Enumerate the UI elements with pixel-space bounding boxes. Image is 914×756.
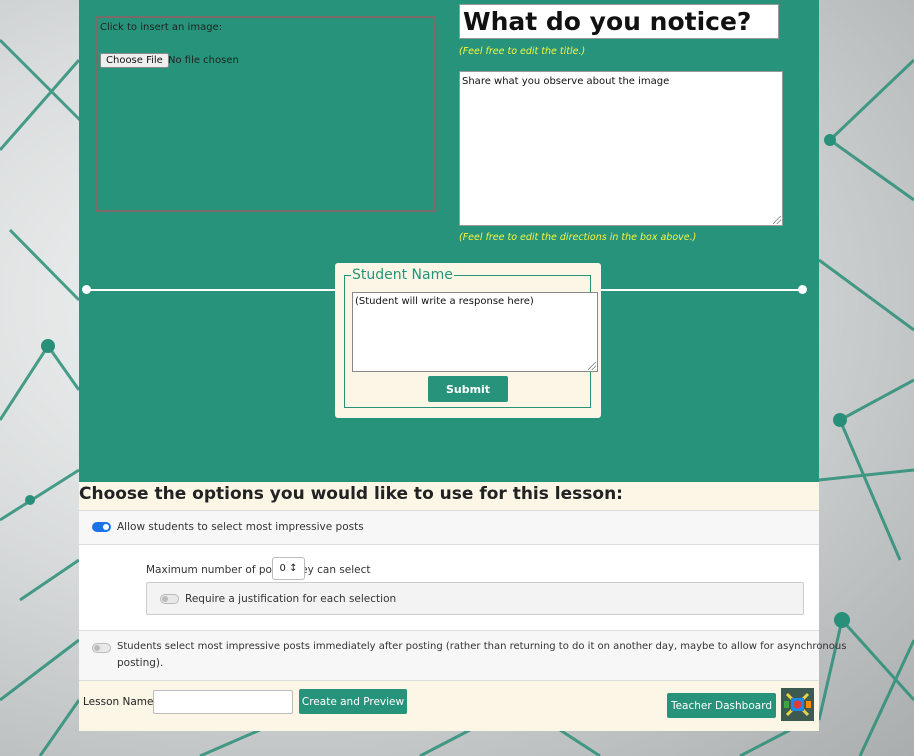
options-heading: Choose the options you would like to use… [79, 484, 623, 504]
max-posts-select[interactable]: 0 ↕ [272, 557, 305, 580]
teacher-dashboard-button[interactable]: Teacher Dashboard [667, 693, 776, 718]
justification-toggle[interactable] [160, 594, 179, 604]
response-textarea[interactable]: (Student will write a response here) [352, 292, 598, 372]
resize-grip-icon[interactable] [588, 362, 596, 370]
allow-select-label: Allow students to select most impressive… [117, 521, 364, 533]
lesson-preview-panel: Click to insert an image: Choose File No… [79, 0, 819, 482]
create-and-preview-button[interactable]: Create and Preview [299, 689, 407, 714]
option-justification-row: Require a justification for each selecti… [146, 582, 804, 615]
immediate-toggle[interactable] [92, 643, 111, 653]
timeline-line-right [601, 289, 802, 291]
immediate-label-line1: Students select most impressive posts im… [117, 641, 847, 652]
justification-label: Require a justification for each selecti… [185, 593, 397, 605]
allow-select-toggle[interactable] [92, 522, 111, 532]
student-name-legend: Student Name [351, 267, 454, 283]
student-response-card: Student Name (Student will write a respo… [335, 263, 601, 418]
lesson-name-label: Lesson Name: [83, 696, 157, 708]
response-placeholder: (Student will write a response here) [355, 296, 534, 307]
choose-file-button[interactable]: Choose File [100, 53, 169, 68]
student-fieldset: Student Name (Student will write a respo… [344, 267, 598, 408]
app-logo-icon[interactable] [781, 688, 814, 721]
resize-grip-icon[interactable] [773, 216, 781, 224]
title-note: (Feel free to edit the title.) [459, 46, 586, 57]
option-immediate-row: Students select most impressive posts im… [79, 630, 846, 680]
image-drop-area[interactable]: Click to insert an image: Choose File No… [96, 16, 436, 212]
submit-button[interactable]: Submit [428, 376, 508, 402]
timeline-dot-right [798, 285, 807, 294]
directions-note: (Feel free to edit the directions in the… [459, 232, 697, 243]
timeline-dot-left [82, 285, 91, 294]
title-input[interactable]: What do you notice? [459, 4, 779, 39]
lesson-footer: Lesson Name: Create and Preview Teacher … [79, 680, 819, 731]
directions-textarea[interactable]: Share what you observe about the image [459, 71, 783, 226]
lesson-name-input[interactable] [153, 690, 293, 714]
immediate-label-line2: posting). [117, 657, 164, 669]
timeline-line-left [87, 289, 335, 291]
directions-text: Share what you observe about the image [462, 76, 670, 87]
file-status: No file chosen [168, 55, 239, 66]
image-hint: Click to insert an image: [100, 22, 223, 33]
options-header: Choose the options you would like to use… [79, 482, 819, 510]
option-allow-select-row: Allow students to select most impressive… [79, 510, 819, 544]
max-posts-label: Maximum number of posts they can select [146, 564, 371, 576]
